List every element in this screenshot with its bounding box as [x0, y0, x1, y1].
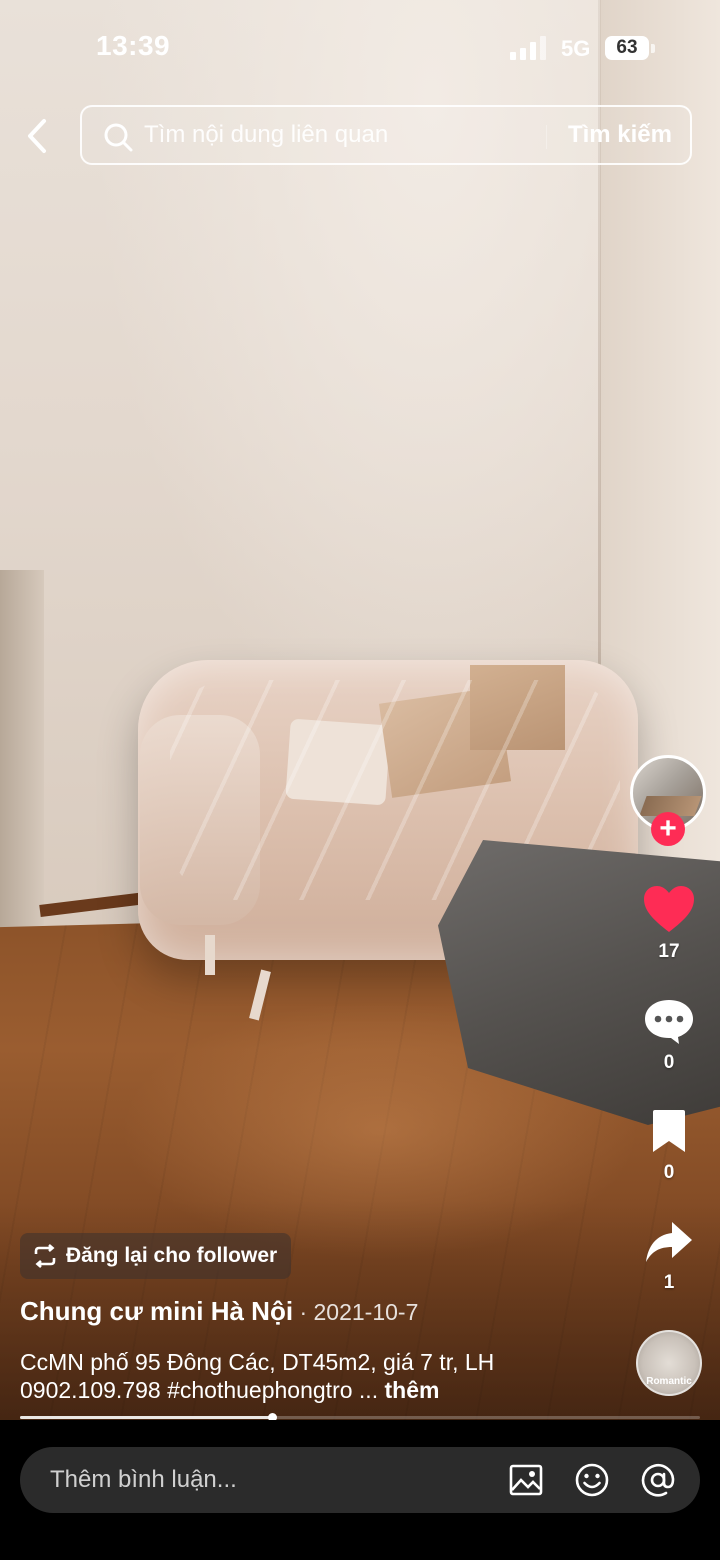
video-progress-bar[interactable] [20, 1413, 700, 1422]
comment-count: 0 [663, 1052, 675, 1073]
see-more-link[interactable]: thêm [384, 1377, 439, 1403]
repost-chip[interactable]: Đăng lại cho follower [20, 1233, 292, 1279]
video-frame-sofa-leg [205, 935, 215, 975]
author-line: Chung cư mini Hà Nội · 2021-10-7 [20, 1296, 418, 1327]
search-bar[interactable]: Tìm nội dung liên quan Tìm kiếm [80, 105, 692, 165]
network-type: 5G [561, 36, 591, 61]
share-button[interactable]: 1 [634, 1218, 704, 1294]
comment-area: Thêm bình luận... [0, 1420, 720, 1560]
status-time: 13:39 [96, 30, 171, 61]
battery-indicator: 63 [605, 36, 649, 60]
comment-input[interactable]: Thêm bình luận... [20, 1447, 700, 1513]
post-date: 2021-10-7 [313, 1299, 419, 1325]
follow-button[interactable]: + [651, 812, 685, 846]
battery-cap [651, 44, 655, 53]
like-button[interactable]: 17 [634, 885, 704, 963]
like-count: 17 [658, 941, 680, 962]
search-input[interactable]: Tìm nội dung liên quan [144, 121, 388, 149]
search-button[interactable]: Tìm kiếm [568, 121, 672, 149]
post-caption[interactable]: CcMN phố 95 Đông Các, DT45m2, giá 7 tr, … [20, 1348, 620, 1404]
signal-icon [510, 36, 548, 60]
comment-icon [645, 1000, 693, 1044]
repost-icon [34, 1244, 56, 1268]
comment-button[interactable]: 0 [634, 998, 704, 1074]
music-label: Romantic [646, 1376, 692, 1387]
author-name[interactable]: Chung cư mini Hà Nội [20, 1296, 293, 1326]
comment-placeholder: Thêm bình luận... [50, 1466, 237, 1493]
search-icon [104, 123, 133, 152]
image-icon[interactable] [508, 1462, 544, 1498]
bookmark-button[interactable]: 0 [634, 1108, 704, 1184]
search-divider [546, 125, 547, 149]
repost-label: Đăng lại cho follower [66, 1244, 278, 1267]
video-frame-door [0, 570, 44, 950]
share-icon [646, 1222, 692, 1262]
mention-icon[interactable] [640, 1462, 676, 1498]
bookmark-icon [653, 1110, 685, 1152]
heart-icon [644, 886, 694, 932]
emoji-icon[interactable] [574, 1462, 610, 1498]
date-separator: · [293, 1299, 314, 1325]
bookmark-count: 0 [663, 1162, 675, 1183]
video-player[interactable] [0, 0, 720, 1420]
back-button[interactable] [20, 115, 56, 157]
plus-icon: + [659, 812, 677, 845]
video-progress-fill [20, 1416, 272, 1419]
back-icon [28, 119, 46, 153]
share-count: 1 [663, 1272, 675, 1293]
